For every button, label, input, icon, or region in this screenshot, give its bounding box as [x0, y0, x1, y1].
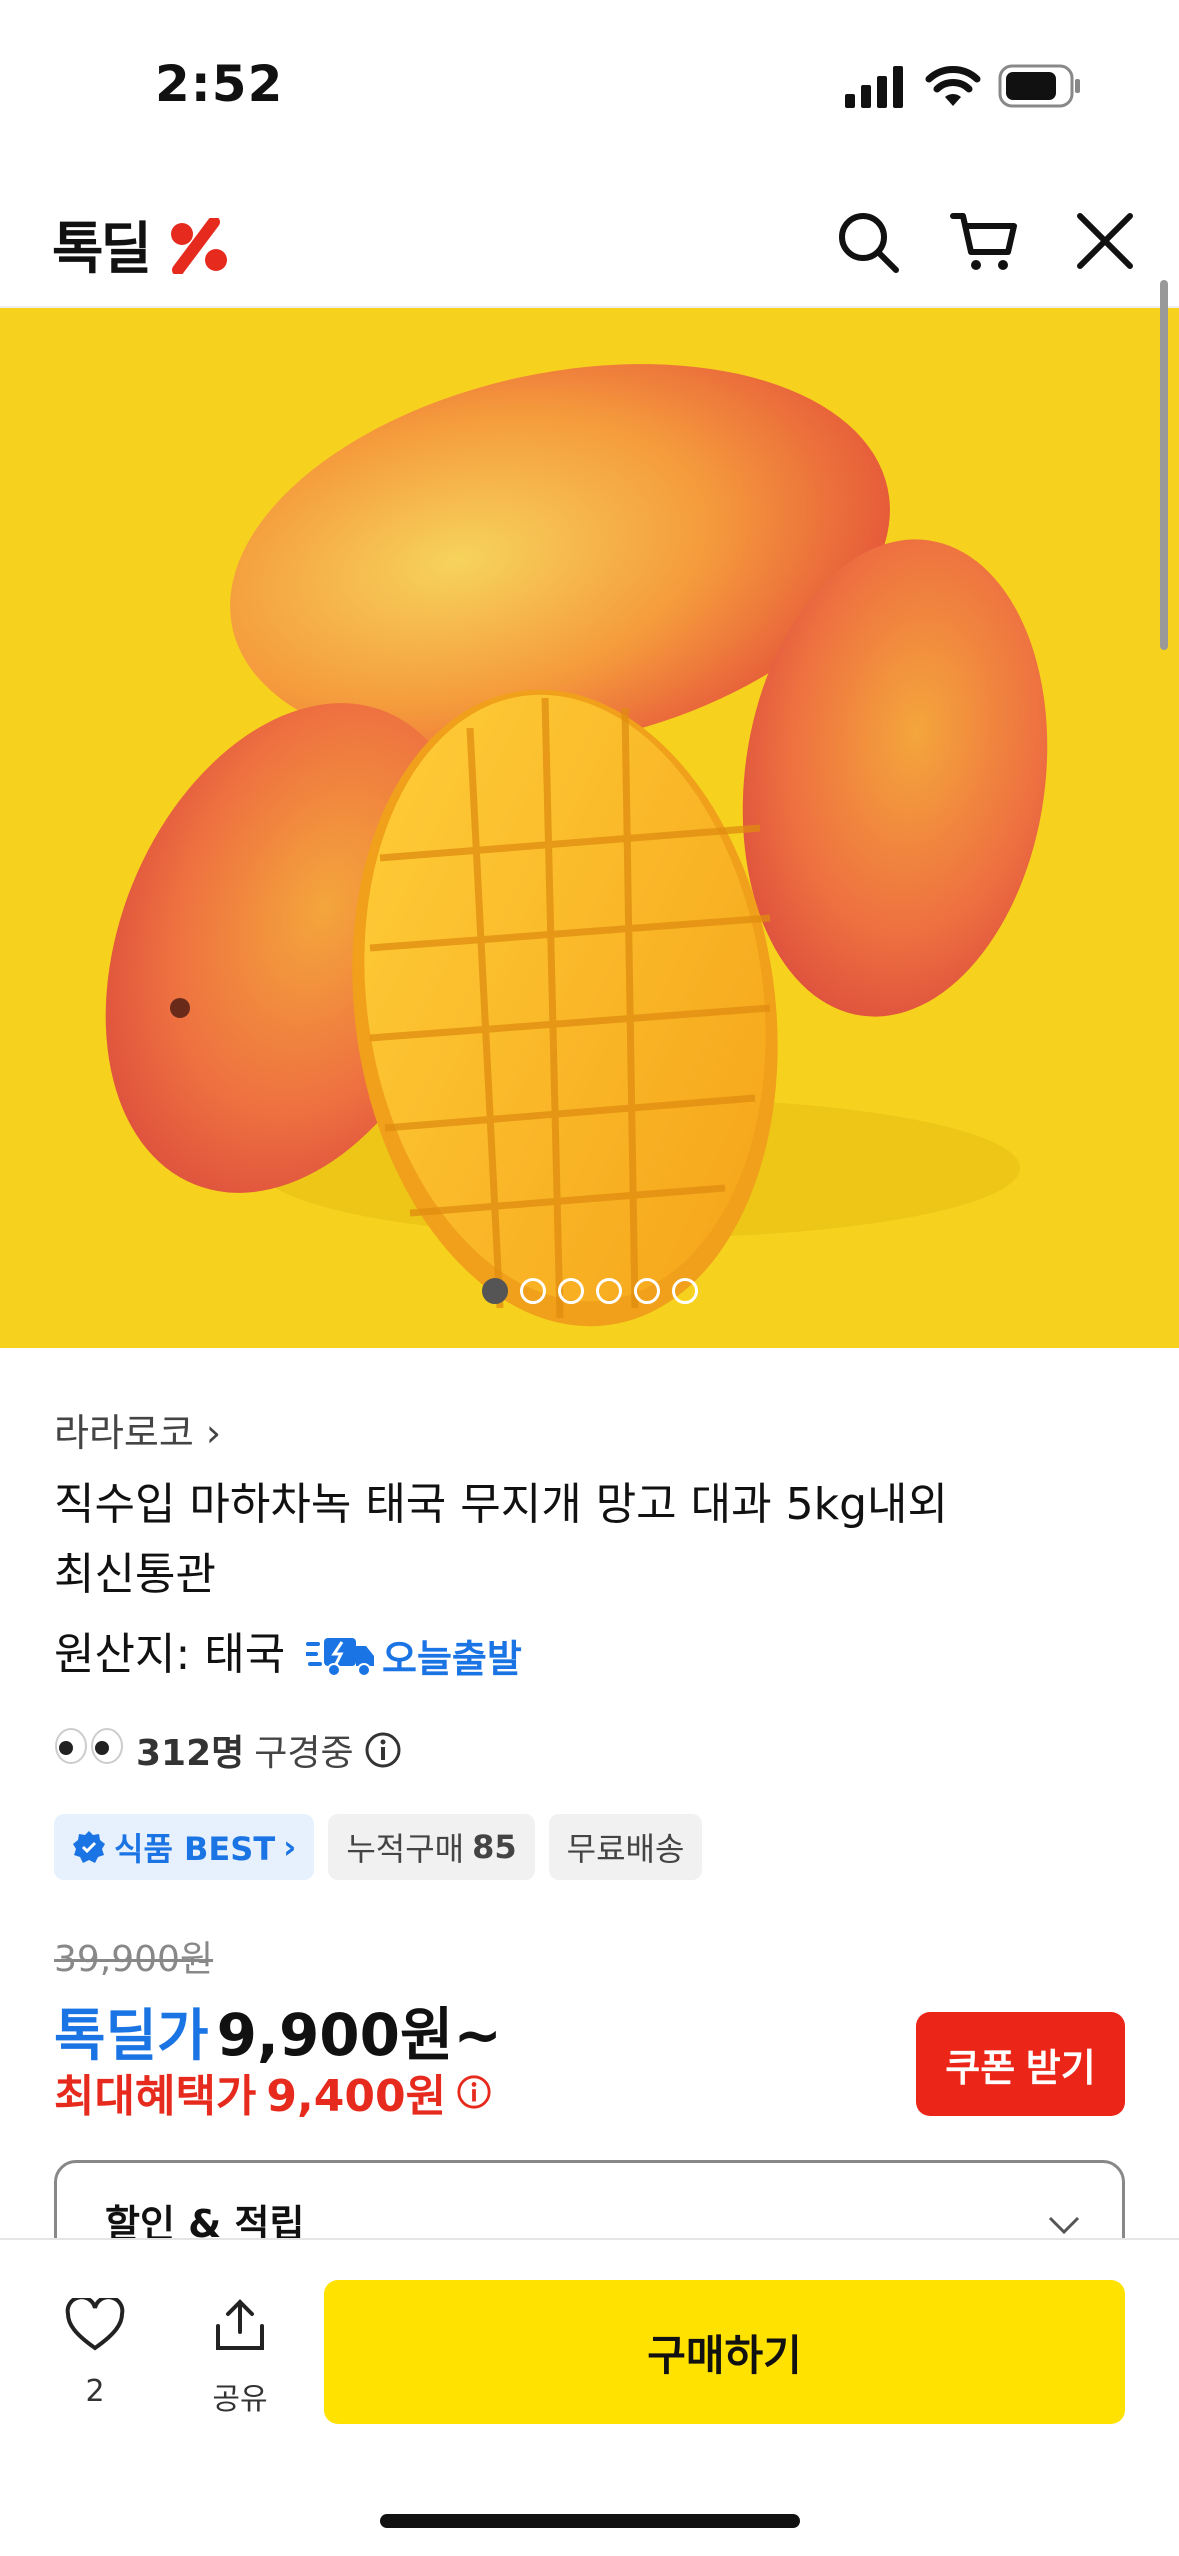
food-best-label: 식품 BEST	[114, 1830, 276, 1868]
original-price: 39,900원	[54, 1939, 214, 1980]
home-indicator[interactable]	[380, 2514, 800, 2528]
app-header: 톡딜	[0, 170, 1179, 308]
ship-today-badge: 오늘출발	[306, 1625, 522, 1685]
mango-image	[105, 364, 1048, 1327]
ship-badge-label: 오늘출발	[382, 1636, 522, 1681]
purchase-count-label: 누적구매	[346, 1830, 465, 1868]
free-shipping-tag: 무료배송	[548, 1814, 703, 1880]
chevron-right-icon: ›	[283, 1828, 297, 1866]
seller-link[interactable]: 라라로코 ›	[54, 1402, 221, 1457]
food-best-tag[interactable]: 식품 BEST ›	[54, 1814, 315, 1880]
battery-icon	[998, 64, 1080, 108]
purchase-count-value: 85	[472, 1828, 517, 1866]
verified-badge-icon	[73, 1831, 105, 1863]
carousel-dots	[0, 1278, 1179, 1304]
share-icon	[216, 2299, 264, 2350]
page-scrollbar[interactable]	[1160, 280, 1168, 650]
free-shipping-label: 무료배송	[566, 1830, 685, 1868]
product-image-carousel[interactable]	[0, 308, 1179, 1348]
max-benefit-label: 최대혜택가	[54, 2071, 257, 2122]
carousel-dot[interactable]	[595, 1278, 622, 1304]
brand-logo[interactable]: 톡딜	[52, 204, 232, 285]
purchase-count-tag: 누적구매 85	[328, 1814, 535, 1880]
buy-button[interactable]: 구매하기	[324, 2280, 1125, 2424]
viewers-count: 312명	[136, 1733, 245, 1774]
delivery-truck-icon	[306, 1638, 374, 1677]
bottom-action-bar: 2 공유 구매하기	[0, 2238, 1179, 2556]
cart-icon[interactable]	[950, 210, 1020, 274]
search-icon[interactable]	[836, 210, 900, 274]
status-time: 2:52	[155, 55, 284, 113]
viewers-row: 312명 구경중	[54, 1720, 402, 1780]
carousel-dot[interactable]	[481, 1278, 508, 1304]
signal-icon	[845, 66, 903, 108]
share-button[interactable]: 공유	[190, 2298, 290, 2418]
carousel-dot[interactable]	[519, 1278, 546, 1304]
coupon-button[interactable]: 쿠폰 받기	[916, 2012, 1125, 2116]
carousel-dot[interactable]	[557, 1278, 584, 1304]
product-title-line1: 직수입 마하차녹 태국 무지개 망고 대과 5kg내외	[54, 1479, 948, 1530]
carousel-dot[interactable]	[633, 1278, 660, 1304]
viewers-label: 구경중	[254, 1733, 354, 1774]
eyes-icon	[54, 1726, 126, 1775]
close-icon[interactable]	[1076, 212, 1134, 270]
info-icon[interactable]	[456, 2074, 492, 2110]
wifi-icon	[925, 66, 981, 106]
max-benefit-price: 9,400원	[266, 2071, 447, 2122]
logo-percent-icon	[170, 216, 227, 276]
chevron-down-icon	[1048, 2216, 1080, 2235]
like-button[interactable]: 2	[45, 2295, 145, 2409]
like-count: 2	[85, 2374, 105, 2409]
info-icon[interactable]	[364, 1731, 402, 1769]
share-label: 공유	[212, 2382, 268, 2417]
product-title-line2: 최신통관	[54, 1549, 216, 1600]
carousel-dot[interactable]	[671, 1278, 698, 1304]
heart-icon	[65, 2295, 125, 2351]
max-benefit-row: 최대혜택가 9,400원	[54, 2060, 492, 2124]
product-origin: 원산지: 태국	[54, 1629, 286, 1680]
product-tags: 식품 BEST › 누적구매 85 무료배송	[54, 1814, 703, 1880]
status-bar: 2:52	[0, 0, 1179, 170]
product-title: 직수입 마하차녹 태국 무지개 망고 대과 5kg내외 최신통관	[54, 1470, 1134, 1610]
logo-text: 톡딜	[52, 217, 152, 282]
